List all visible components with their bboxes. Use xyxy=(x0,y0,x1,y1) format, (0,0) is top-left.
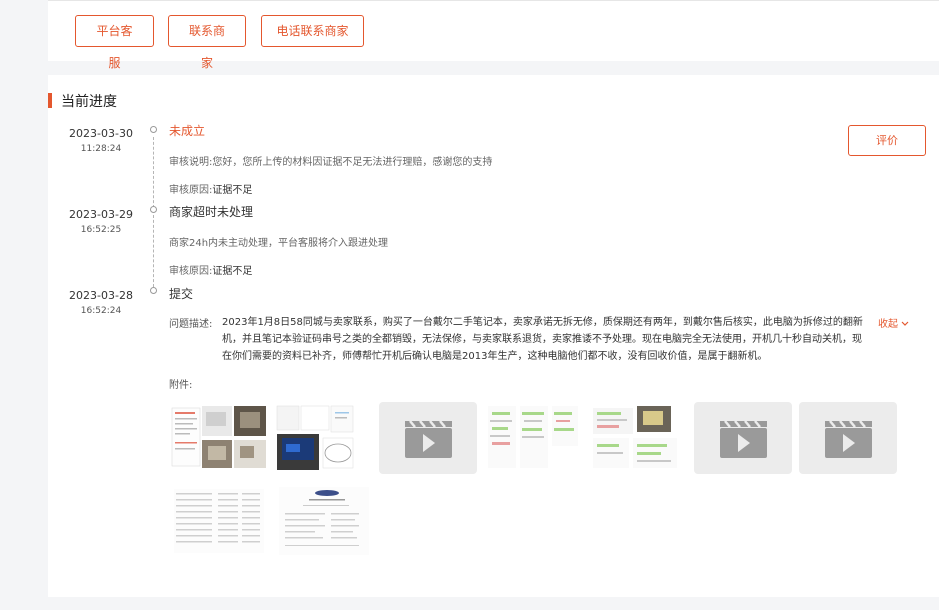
review-reason-value: 证据不足 xyxy=(212,266,253,277)
attachment-video[interactable] xyxy=(694,402,792,474)
entry-date: 2023-03-28 xyxy=(69,289,133,302)
entry-date: 2023-03-30 xyxy=(69,127,133,140)
top-actions-panel: 平台客 服 联系商 家 电话联系商家 xyxy=(48,0,939,70)
contact-seller-label: 联系商 xyxy=(188,24,225,38)
certificate-document-image xyxy=(279,487,369,555)
timeline-dot xyxy=(150,126,157,133)
call-seller-label: 电话联系商家 xyxy=(276,24,349,38)
review-reason-label: 审核原因: xyxy=(169,266,213,277)
chat-screenshot-image xyxy=(488,406,578,468)
evaluate-label: 评价 xyxy=(876,134,898,147)
review-reason-line: 审核原因:证据不足 xyxy=(169,181,252,196)
collapse-toggle[interactable]: 收起 xyxy=(878,315,909,330)
status-title-submitted: 提交 xyxy=(169,287,194,301)
attachment-image[interactable] xyxy=(589,402,687,474)
status-title-timeout: 商家超时未处理 xyxy=(169,205,254,219)
review-reason-line: 审核原因:证据不足 xyxy=(169,262,252,277)
review-note-label: 审核说明: xyxy=(169,157,213,168)
platform-service-overflow: 服 xyxy=(108,56,121,70)
video-play-icon xyxy=(405,420,452,458)
attachment-video[interactable] xyxy=(379,402,477,474)
chevron-up-icon xyxy=(901,319,909,330)
section-title: 当前进度 xyxy=(61,94,117,110)
timeline-connector xyxy=(153,215,154,287)
timeline-dot xyxy=(150,287,157,294)
document-scan-image xyxy=(174,489,264,553)
timeline-dot xyxy=(150,206,157,213)
timeout-note-line: 商家24h内未主动处理，平台客服将介入跟进处理 xyxy=(169,234,388,249)
evaluate-button[interactable]: 评价 xyxy=(848,125,926,156)
video-play-icon xyxy=(825,420,872,458)
attachment-image[interactable] xyxy=(275,485,373,557)
contact-seller-overflow: 家 xyxy=(200,56,213,70)
review-reason-value: 证据不足 xyxy=(212,185,253,196)
timeline-connector xyxy=(153,137,154,208)
timeout-note-value: 商家24h内未主动处理，平台客服将介入跟进处理 xyxy=(169,238,389,249)
review-note-line: 审核说明:您好，您所上传的材料因证据不足无法进行理赔，感谢您的支持 xyxy=(169,153,492,168)
problem-text: 2023年1月8日58同城与卖家联系，购买了一台戴尔二手笔记本，卖家承诺无拆无修… xyxy=(222,317,863,362)
contact-seller-button[interactable]: 联系商 xyxy=(168,15,246,47)
status-title-rejected: 未成立 xyxy=(169,124,206,138)
video-play-icon xyxy=(720,420,767,458)
call-seller-button[interactable]: 电话联系商家 xyxy=(261,15,364,47)
collapse-label: 收起 xyxy=(878,319,898,330)
laptop-photo-image xyxy=(276,405,354,470)
attachment-image[interactable] xyxy=(484,402,582,474)
entry-time: 16:52:25 xyxy=(80,225,122,235)
platform-service-button[interactable]: 平台客 xyxy=(75,15,154,47)
problem-label: 问题描述: xyxy=(169,319,213,330)
chat-photo-image xyxy=(593,406,677,468)
attachment-image[interactable] xyxy=(170,402,268,474)
entry-time: 16:52:24 xyxy=(80,306,122,316)
review-note-value: 您好，您所上传的材料因证据不足无法进行理赔，感谢您的支持 xyxy=(212,157,493,168)
attachments-label: 附件: xyxy=(169,380,193,391)
attachment-video[interactable] xyxy=(799,402,897,474)
entry-time: 11:28:24 xyxy=(80,144,122,154)
attachment-image[interactable] xyxy=(275,402,373,474)
screenshot-collage-image xyxy=(171,406,266,468)
platform-service-label: 平台客 xyxy=(96,24,133,38)
section-accent-bar xyxy=(48,93,52,108)
progress-panel: 当前进度 评价 2023-03-30 11:28:24 未成立 审核说明:您好，… xyxy=(48,75,939,597)
review-reason-label: 审核原因: xyxy=(169,185,213,196)
entry-date: 2023-03-29 xyxy=(69,208,133,221)
attachment-image[interactable] xyxy=(170,485,268,557)
